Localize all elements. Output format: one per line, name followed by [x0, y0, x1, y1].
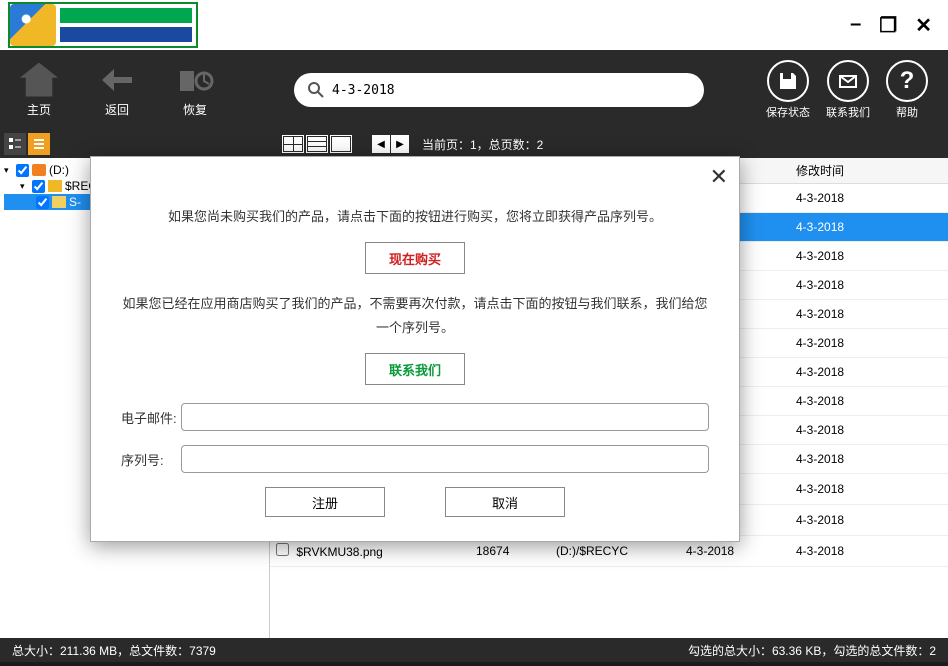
search-icon [308, 82, 324, 98]
titlebar: – ❐ ✕ [0, 0, 948, 50]
folder-icon [52, 196, 66, 208]
help-label: 帮助 [896, 104, 918, 120]
list-view-button[interactable] [306, 135, 328, 153]
save-state-button[interactable]: 保存状态 [766, 60, 810, 120]
home-icon [20, 63, 58, 97]
help-button[interactable]: ? 帮助 [886, 60, 928, 120]
mail-icon [827, 60, 869, 102]
toolbar: 主页 返回 恢复 保存状态 联系我们 ? 帮助 [0, 50, 948, 130]
file-modify-date: 4-3-2018 [790, 249, 948, 263]
col-modify-header[interactable]: 修改时间 [790, 162, 948, 179]
tree-folder2-label: S- [69, 195, 81, 209]
close-button[interactable]: ✕ [915, 13, 932, 38]
help-icon: ? [886, 60, 928, 102]
serial-input[interactable] [181, 445, 709, 473]
viewbar: ◀ ▶ 当前页：1，总页数：2 [0, 130, 948, 158]
tree-folder2-checkbox[interactable] [36, 196, 49, 209]
buy-now-button[interactable]: 现在购买 [365, 242, 465, 274]
file-modify-date: 4-3-2018 [790, 336, 948, 350]
contact-us-button[interactable]: 联系我们 [365, 353, 465, 385]
file-modify-date: 4-3-2018 [790, 544, 948, 558]
dialog-close-button[interactable]: ✕ [710, 164, 728, 190]
file-modify-date: 4-3-2018 [790, 220, 948, 234]
status-right: 勾选的总大小：63.36 KB，勾选的总文件数：2 [688, 642, 936, 659]
back-label: 返回 [105, 101, 129, 118]
search-input[interactable] [332, 83, 690, 98]
tree-drive-checkbox[interactable] [16, 164, 29, 177]
register-button[interactable]: 注册 [265, 487, 385, 517]
file-modify-date: 4-3-2018 [790, 394, 948, 408]
pager-text: 当前页：1，总页数：2 [422, 136, 543, 153]
back-button[interactable]: 返回 [98, 63, 136, 118]
home-label: 主页 [27, 101, 51, 118]
file-modify-date: 4-3-2018 [790, 365, 948, 379]
restore-button[interactable]: 恢复 [176, 63, 214, 118]
tree-drive-label: (D:) [49, 163, 69, 177]
detail-view-button[interactable] [330, 135, 352, 153]
prev-page-button[interactable]: ◀ [372, 135, 390, 153]
file-modify-date: 4-3-2018 [790, 278, 948, 292]
minimize-button[interactable]: – [850, 13, 861, 38]
search-box[interactable] [294, 73, 704, 107]
file-modify-date: 4-3-2018 [790, 482, 948, 496]
app-logo [8, 2, 198, 48]
file-modify-date: 4-3-2018 [790, 513, 948, 527]
tree-view-toggle[interactable] [4, 133, 26, 155]
folder-icon [48, 180, 62, 192]
dialog-text-1: 如果您尚未购买我们的产品，请点击下面的按钮进行购买，您将立即获得产品序列号。 [121, 205, 709, 228]
file-modify-date: 4-3-2018 [790, 307, 948, 321]
save-state-label: 保存状态 [766, 104, 810, 120]
email-label: 电子邮件: [121, 408, 181, 427]
tree-folder1-checkbox[interactable] [32, 180, 45, 193]
save-icon [767, 60, 809, 102]
next-page-button[interactable]: ▶ [391, 135, 409, 153]
dialog-text-2: 如果您已经在应用商店购买了我们的产品，不需要再次付款，请点击下面的按钮与我们联系… [121, 292, 709, 339]
file-modify-date: 4-3-2018 [790, 191, 948, 205]
back-icon [98, 63, 136, 97]
contact-button[interactable]: 联系我们 [826, 60, 870, 120]
cancel-button[interactable]: 取消 [445, 487, 565, 517]
drive-icon [32, 164, 46, 176]
restore-icon [176, 63, 214, 97]
list-view-toggle[interactable] [28, 133, 50, 155]
email-input[interactable] [181, 403, 709, 431]
file-modify-date: 4-3-2018 [790, 423, 948, 437]
home-button[interactable]: 主页 [20, 63, 58, 118]
grid-view-button[interactable] [282, 135, 304, 153]
maximize-button[interactable]: ❐ [879, 13, 897, 38]
status-left: 总大小：211.36 MB，总文件数：7379 [12, 642, 216, 659]
statusbar: 总大小：211.36 MB，总文件数：7379 勾选的总大小：63.36 KB，… [0, 638, 948, 662]
logo-bars [56, 4, 196, 46]
contact-label: 联系我们 [826, 104, 870, 120]
serial-label: 序列号: [121, 450, 181, 469]
logo-icon [10, 4, 56, 46]
file-modify-date: 4-3-2018 [790, 452, 948, 466]
register-dialog: ✕ 如果您尚未购买我们的产品，请点击下面的按钮进行购买，您将立即获得产品序列号。… [90, 156, 740, 548]
restore-label: 恢复 [183, 101, 207, 118]
